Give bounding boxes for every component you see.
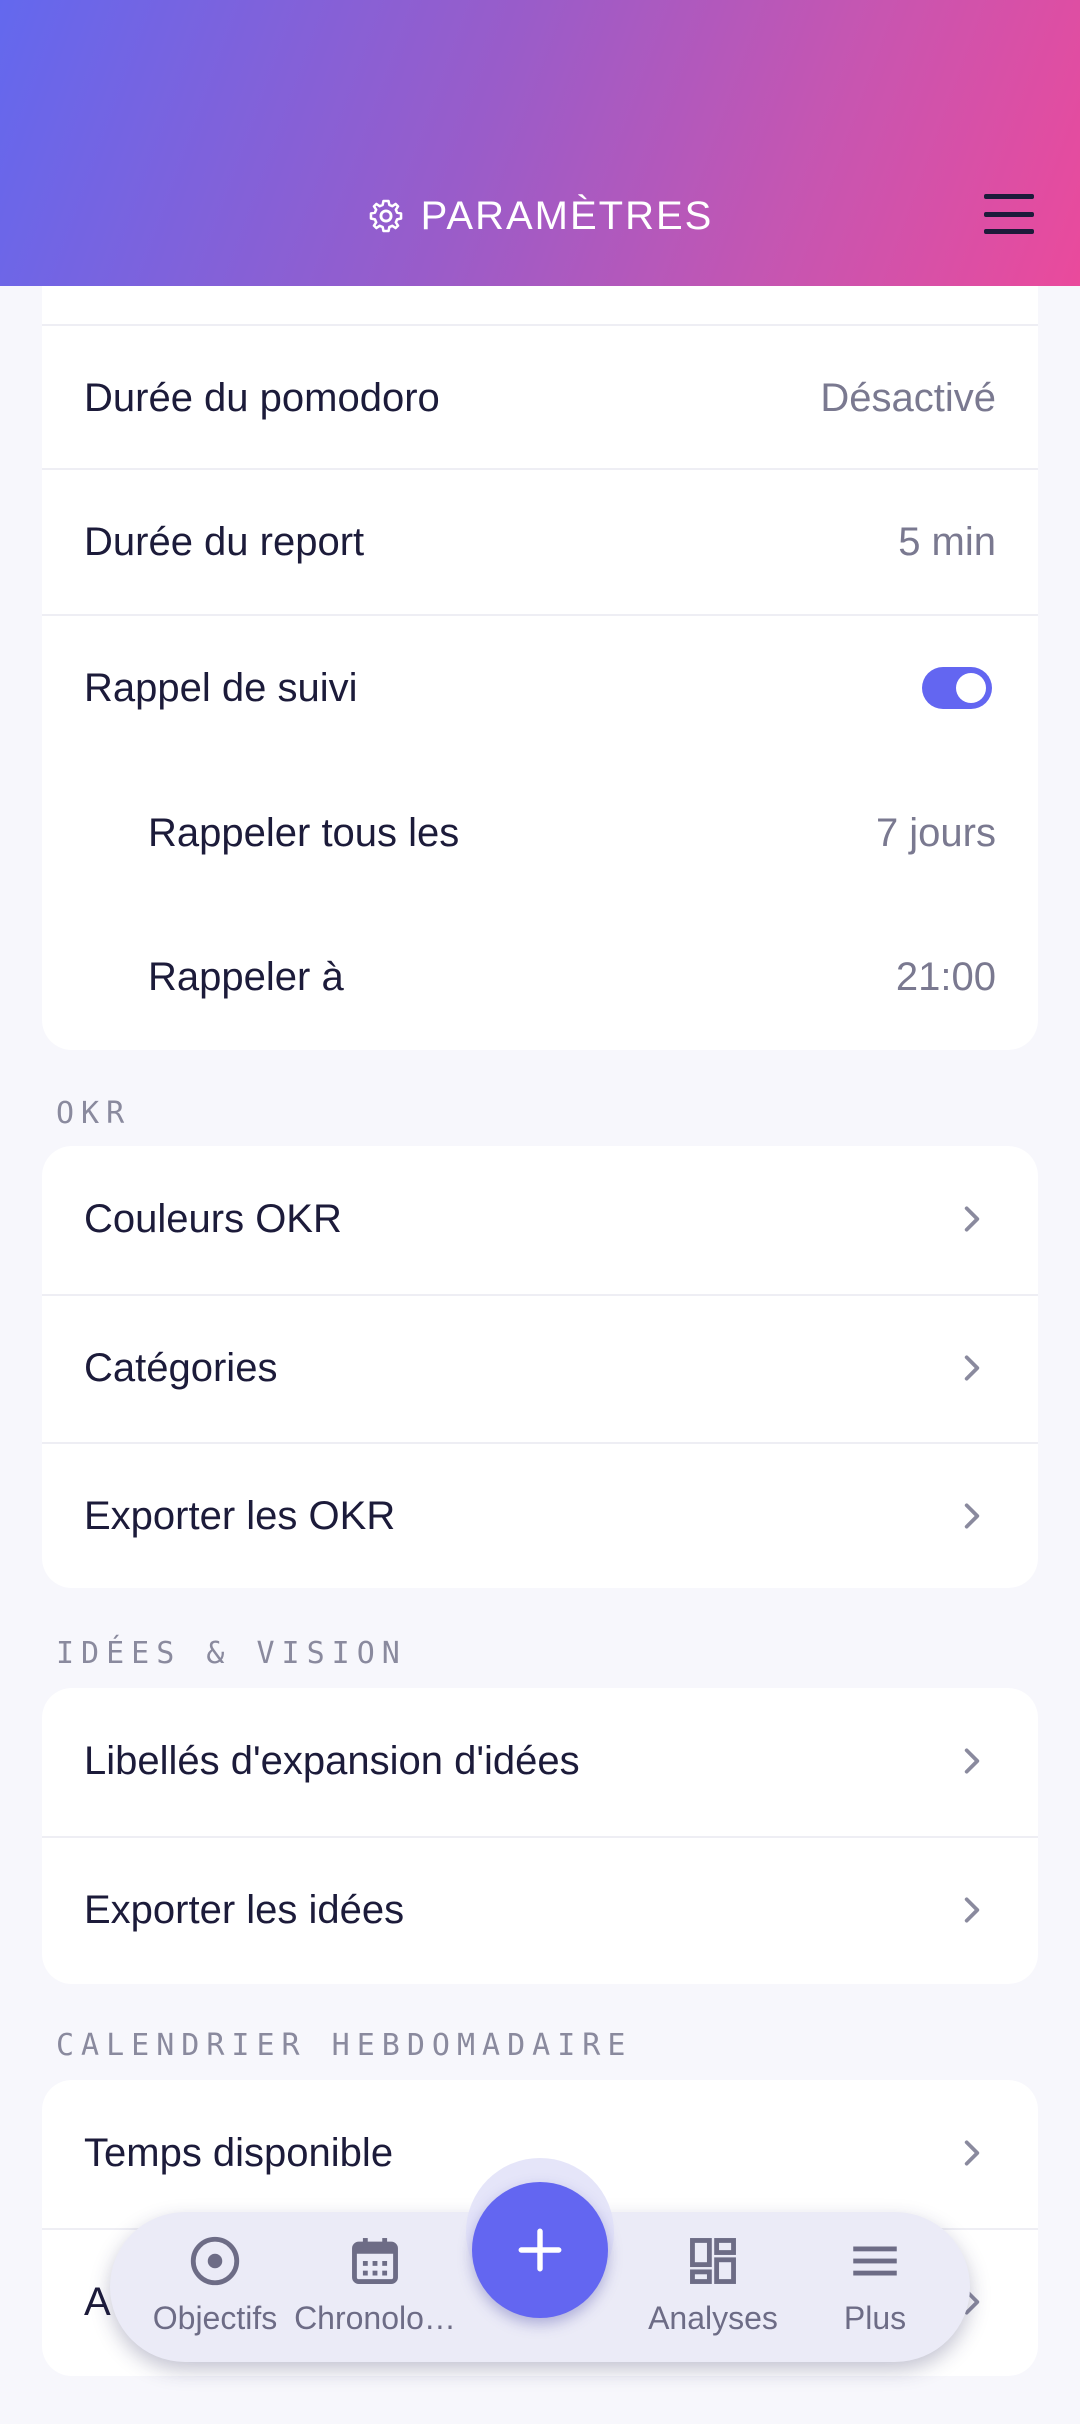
add-button[interactable] xyxy=(472,2182,608,2318)
row-value: 7 jours xyxy=(875,810,996,855)
nav-label: Analyses xyxy=(648,2300,778,2336)
nav-item-timeline[interactable]: Chronolo… xyxy=(290,2232,460,2352)
calendar-icon xyxy=(352,2238,398,2284)
hamburger-menu-icon[interactable] xyxy=(984,194,1034,234)
app-header: PARAMÈTRES xyxy=(0,0,1080,286)
plus-icon xyxy=(518,2228,562,2272)
page-title-text: PARAMÈTRES xyxy=(420,193,714,238)
chevron-right-icon xyxy=(964,1206,980,1232)
settings-row-okr-colors[interactable]: Couleurs OKR xyxy=(42,1146,1038,1292)
row-label: Rappeler à xyxy=(148,954,344,999)
row-label: Exporter les OKR xyxy=(84,1493,396,1538)
settings-screen: Durée du pomodoro Désactivé Durée du rep… xyxy=(0,0,1080,2424)
nav-item-objectives[interactable]: Objectifs xyxy=(130,2232,300,2352)
row-label: Couleurs OKR xyxy=(84,1196,342,1241)
row-value: 21:00 xyxy=(895,954,996,999)
settings-row-categories[interactable]: Catégories xyxy=(42,1294,1038,1440)
chevron-right-icon xyxy=(964,1355,980,1381)
settings-row-export-ideas[interactable]: Exporter les idées xyxy=(42,1836,1038,1982)
dashboard-icon xyxy=(690,2238,736,2284)
row-label: Temps disponible xyxy=(84,2130,394,2175)
nav-label: Chronolo… xyxy=(294,2300,456,2336)
settings-row-follow-up-reminder: Rappel de suivi xyxy=(42,614,1038,760)
section-label-ideas: IDÉES & VISION xyxy=(56,1636,407,1671)
section-label-okr: OKR xyxy=(56,1096,132,1131)
row-label: Libellés d'expansion d'idées xyxy=(84,1738,580,1783)
row-label: Durée du pomodoro xyxy=(84,375,440,420)
settings-row-remind-at[interactable]: Rappeler à 21:00 xyxy=(42,904,1038,1050)
gear-icon xyxy=(369,199,402,233)
settings-row-remind-every[interactable]: Rappeler tous les 7 jours xyxy=(42,760,1038,906)
okr-settings-card: Couleurs OKR Catégories Exporter les OKR xyxy=(42,1146,1038,1588)
settings-row-export-okr[interactable]: Exporter les OKR xyxy=(42,1442,1038,1588)
settings-row-idea-expansion-labels[interactable]: Libellés d'expansion d'idées xyxy=(42,1688,1038,1834)
chevron-right-icon xyxy=(964,1503,980,1529)
reminder-settings-card: Durée du pomodoro Désactivé Durée du rep… xyxy=(42,200,1038,1050)
nav-label: Objectifs xyxy=(152,2300,278,2336)
section-label-calendar: CALENDRIER HEBDOMADAIRE xyxy=(56,2028,633,2063)
chevron-right-icon xyxy=(964,1897,980,1923)
nav-item-analytics[interactable]: Analyses xyxy=(628,2232,798,2352)
row-label: Exporter les idées xyxy=(84,1887,405,1932)
ideas-settings-card: Libellés d'expansion d'idées Exporter le… xyxy=(42,1688,1038,1984)
nav-label: Plus xyxy=(843,2300,907,2336)
row-value: Désactivé xyxy=(820,375,996,420)
row-label: Rappeler tous les xyxy=(148,810,460,855)
follow-up-reminder-toggle[interactable] xyxy=(922,667,992,709)
row-label: Durée du report xyxy=(84,519,365,564)
row-label: Rappel de suivi xyxy=(84,665,358,710)
nav-item-more[interactable]: Plus xyxy=(790,2232,960,2352)
menu-icon xyxy=(853,2246,897,2276)
row-value: 5 min xyxy=(898,519,996,564)
settings-row-pomodoro-duration[interactable]: Durée du pomodoro Désactivé xyxy=(42,324,1038,470)
chevron-right-icon xyxy=(964,2140,980,2166)
target-icon xyxy=(190,2236,240,2286)
row-label: A xyxy=(84,2279,111,2324)
settings-row-snooze-duration[interactable]: Durée du report 5 min xyxy=(42,468,1038,614)
chevron-right-icon xyxy=(964,1748,980,1774)
row-label: Catégories xyxy=(84,1345,278,1390)
page-title: PARAMÈTRES xyxy=(0,188,1080,244)
